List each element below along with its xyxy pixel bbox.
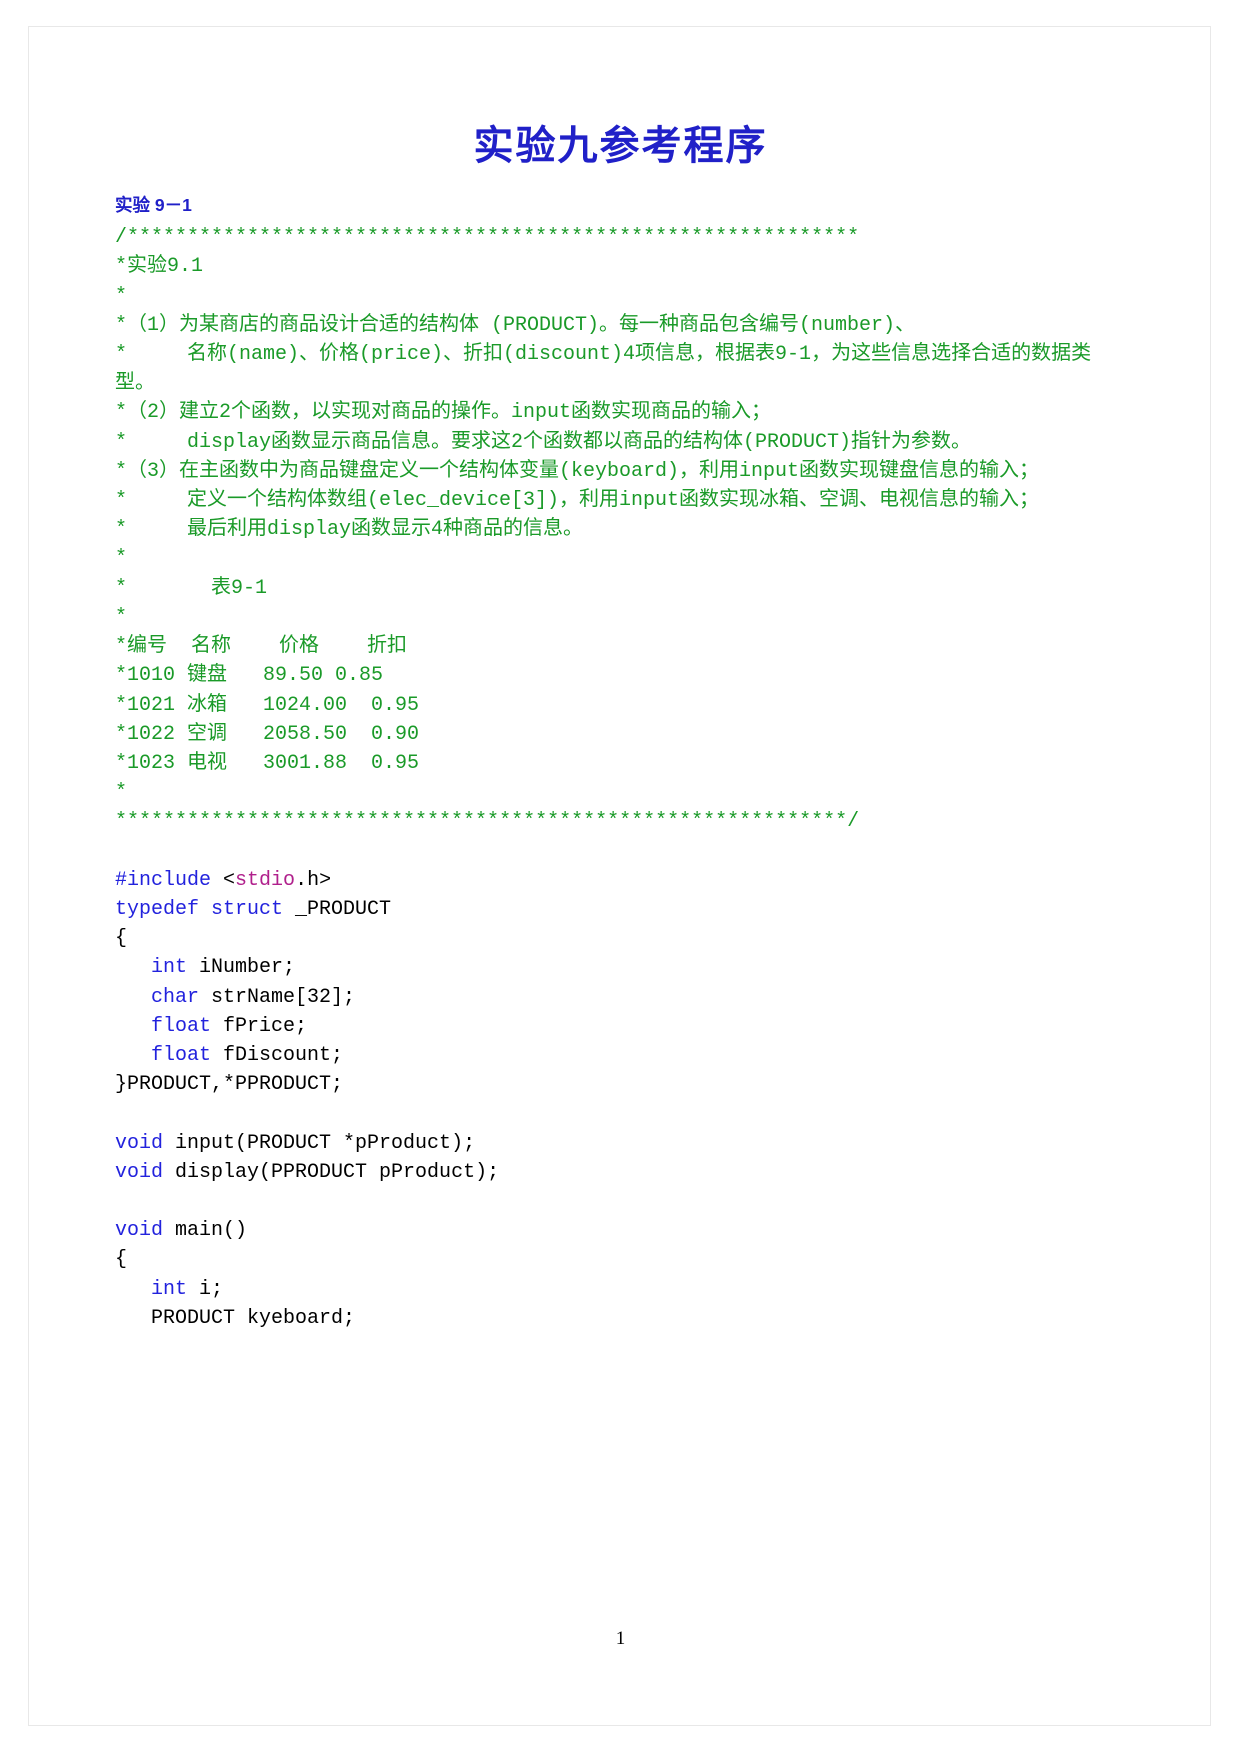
code-token: char (151, 985, 200, 1009)
code-token: stdio (235, 868, 296, 892)
code-line: * (115, 603, 1126, 632)
code-token: * (115, 605, 128, 629)
code-token: ****************************************… (115, 810, 860, 834)
code-line: *（1）为某商店的商品设计合适的结构体 (PRODUCT)。每一种商品包含编号(… (115, 311, 1126, 340)
code-line: { (115, 1245, 1126, 1274)
code-token: * (115, 781, 128, 805)
code-token: #include (115, 868, 224, 892)
code-line: void display(PPRODUCT pProduct); (115, 1158, 1126, 1187)
code-line: *1021 冰箱 1024.00 0.95 (115, 691, 1126, 720)
code-line: * 定义一个结构体数组(elec_device[3])，利用input函数实现冰… (115, 486, 1126, 515)
code-line: }PRODUCT,*PPRODUCT; (115, 1070, 1126, 1099)
code-token: { (115, 1248, 128, 1272)
code-line: float fDiscount; (115, 1041, 1126, 1070)
code-token: *1022 空调 2058.50 0.90 (115, 722, 420, 746)
code-token: { (115, 927, 128, 951)
code-token: * 名称(name)、价格(price)、折扣(discount)4项信息，根据… (115, 343, 1092, 396)
code-token: *实验9.1 (115, 255, 204, 279)
code-token: *1021 冰箱 1024.00 0.95 (115, 693, 420, 717)
code-line: void main() (115, 1216, 1126, 1245)
code-token: int (151, 1277, 188, 1301)
code-token: typedef struct (115, 897, 296, 921)
code-token: * 表9-1 (115, 576, 268, 600)
code-token: fDiscount; (211, 1043, 344, 1067)
code-token: }PRODUCT,*PPRODUCT; (115, 1073, 344, 1097)
code-line: PRODUCT kyeboard; (115, 1304, 1126, 1333)
page-number: 1 (615, 1628, 626, 1649)
code-token: .h> (295, 868, 332, 892)
code-token: *1010 键盘 89.50 0.85 (115, 664, 384, 688)
code-line: *编号 名称 价格 折扣 (115, 632, 1126, 661)
code-line: int iNumber; (115, 953, 1126, 982)
code-line: *（3）在主函数中为商品键盘定义一个结构体变量(keyboard)，利用inpu… (115, 457, 1126, 486)
code-token: input(PRODUCT *pProduct); (163, 1131, 476, 1155)
code-line: *1010 键盘 89.50 0.85 (115, 661, 1126, 690)
code-line: char strName[32]; (115, 983, 1126, 1012)
code-line: { (115, 924, 1126, 953)
code-line: *1023 电视 3001.88 0.95 (115, 749, 1126, 778)
code-token: *编号 名称 价格 折扣 (115, 635, 408, 659)
code-token: * display函数显示商品信息。要求这2个函数都以商品的结构体(PRODUC… (115, 430, 972, 454)
code-token: /***************************************… (115, 226, 860, 250)
code-token: * (115, 284, 128, 308)
code-line: * (115, 544, 1126, 573)
code-line: * (115, 282, 1126, 311)
code-line: * 名称(name)、价格(price)、折扣(discount)4项信息，根据… (115, 340, 1126, 398)
code-token: i; (187, 1277, 224, 1301)
code-token: float (151, 1043, 212, 1067)
page-title: 实验九参考程序 (473, 123, 768, 168)
section-heading: 实验 9－1 (115, 195, 192, 215)
code-token: * 最后利用display函数显示4种商品的信息。 (115, 518, 584, 542)
code-line: void input(PRODUCT *pProduct); (115, 1129, 1126, 1158)
code-token: PRODUCT kyeboard; (115, 1306, 356, 1330)
code-line: int i; (115, 1275, 1126, 1304)
code-token: iNumber; (187, 956, 296, 980)
code-line: * 最后利用display函数显示4种商品的信息。 (115, 515, 1126, 544)
code-line: * (115, 778, 1126, 807)
code-token: strName[32]; (199, 985, 356, 1009)
code-token: *1023 电视 3001.88 0.95 (115, 751, 420, 775)
code-line: * 表9-1 (115, 574, 1126, 603)
code-token: void (115, 1131, 164, 1155)
code-token: _PRODUCT (295, 897, 392, 921)
code-token: void (115, 1219, 164, 1243)
code-line: ****************************************… (115, 807, 1126, 836)
code-line: float fPrice; (115, 1012, 1126, 1041)
code-token: fPrice; (211, 1014, 308, 1038)
code-token: *（1）为某商店的商品设计合适的结构体 (PRODUCT)。每一种商品包含编号(… (115, 313, 916, 337)
code-line: *1022 空调 2058.50 0.90 (115, 720, 1126, 749)
code-token: * (115, 547, 128, 571)
code-token: void (115, 1160, 164, 1184)
code-line: *（2）建立2个函数，以实现对商品的操作。input函数实现商品的输入； (115, 398, 1126, 427)
code-line: /***************************************… (115, 223, 1126, 252)
code-token: < (223, 868, 236, 892)
code-token: display(PPRODUCT pProduct); (163, 1160, 500, 1184)
code-line: typedef struct _PRODUCT (115, 895, 1126, 924)
code-listing: /***************************************… (115, 215, 1126, 1333)
document-page: 实验九参考程序 实验 9－1 /************************… (0, 0, 1241, 1754)
code-line: #include <stdio.h> (115, 866, 1126, 895)
code-line: * display函数显示商品信息。要求这2个函数都以商品的结构体(PRODUC… (115, 428, 1126, 457)
code-token: *（2）建立2个函数，以实现对商品的操作。input函数实现商品的输入； (115, 401, 772, 425)
code-token: int (151, 956, 188, 980)
code-token: * 定义一个结构体数组(elec_device[3])，利用input函数实现冰… (115, 489, 1040, 513)
code-token: *（3）在主函数中为商品键盘定义一个结构体变量(keyboard)，利用inpu… (115, 459, 1040, 483)
code-token: float (151, 1014, 212, 1038)
code-token: main() (163, 1219, 248, 1243)
code-line: *实验9.1 (115, 252, 1126, 281)
